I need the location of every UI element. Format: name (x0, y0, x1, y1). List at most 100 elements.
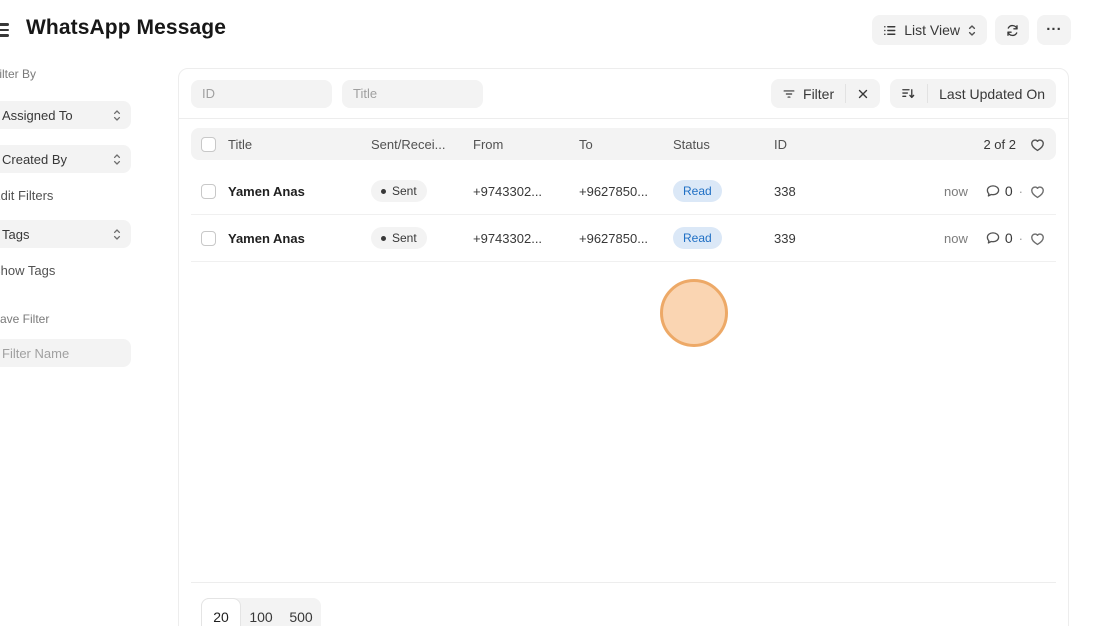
topbar: WhatsApp Message List View ... (0, 0, 1120, 60)
row-status-cell: Read (673, 227, 774, 249)
column-title: Title (228, 136, 253, 152)
view-switcher-label: List View (904, 22, 960, 38)
record-count: 2 of 2 (983, 136, 1016, 152)
list-area: Title Sent/Recei... From To Status ID 2 … (179, 128, 1068, 626)
chevron-up-down-icon (967, 24, 977, 37)
comment-count: 0 (1004, 230, 1013, 246)
hamburger-menu-icon[interactable] (0, 20, 11, 40)
row-type-cell: Sent (371, 180, 473, 202)
sort-button-group: Last Updated On (890, 79, 1056, 108)
assigned-to-dropdown[interactable]: Assigned To (0, 101, 131, 129)
column-from: From (473, 136, 504, 152)
read-status-badge: Read (673, 227, 722, 249)
show-tags-link[interactable]: Show Tags (0, 263, 131, 278)
sort-field-button[interactable]: Last Updated On (928, 79, 1056, 108)
list-footer: 20 100 500 (191, 582, 1056, 626)
row-meta: now 0 · (944, 230, 1046, 247)
created-by-dropdown[interactable]: Created By (0, 145, 131, 173)
modified-timestamp: now (944, 183, 968, 199)
table-row[interactable]: Yamen Anas Sent +9743302... +9627850... … (191, 168, 1056, 215)
row-select-cell (201, 230, 216, 246)
refresh-button[interactable] (995, 15, 1029, 45)
like-heart-icon[interactable] (1029, 230, 1046, 247)
more-menu-button[interactable]: ... (1037, 15, 1071, 45)
row-checkbox[interactable] (201, 230, 216, 246)
list-header-row: Title Sent/Recei... From To Status ID 2 … (191, 128, 1056, 160)
sort-direction-button[interactable] (890, 79, 927, 108)
chevron-up-down-icon (113, 153, 121, 165)
rows-container: Yamen Anas Sent +9743302... +9627850... … (191, 168, 1056, 262)
tags-dropdown[interactable]: Tags (0, 220, 131, 248)
column-id: ID (774, 136, 787, 152)
row-from-cell: +9743302... (473, 230, 543, 246)
comment-icon (986, 232, 1000, 244)
row-to-cell: +9627850... (579, 230, 649, 246)
page-size-selector: 20 100 500 (201, 598, 321, 626)
row-meta: now 0 · (944, 183, 1046, 200)
row-id-cell: 338 (774, 183, 796, 199)
page-size-100[interactable]: 100 (241, 598, 281, 626)
row-checkbox[interactable] (201, 183, 216, 199)
assigned-to-label: Assigned To (2, 107, 73, 123)
save-filter-label: Save Filter (0, 312, 50, 326)
column-type: Sent/Recei... (371, 136, 446, 152)
close-icon (858, 89, 868, 98)
filter-bar: Filter Last Updated On (179, 69, 1068, 119)
filter-name-input[interactable] (0, 339, 131, 367)
row-title-link[interactable]: Yamen Anas (228, 184, 371, 199)
sent-badge: Sent (371, 227, 427, 249)
row-to-cell: +9627850... (579, 183, 649, 199)
filter-actions: Filter Last Updated On (771, 79, 1056, 108)
filter-icon (783, 89, 795, 98)
chevron-up-down-icon (113, 109, 121, 121)
filter-button-group: Filter (771, 79, 881, 108)
table-row[interactable]: Yamen Anas Sent +9743302... +9627850... … (191, 215, 1056, 262)
app-window: WhatsApp Message List View ... ilter By … (0, 0, 1120, 626)
row-from-cell: +9743302... (473, 183, 543, 199)
page-title: WhatsApp Message (26, 16, 226, 39)
modified-timestamp: now (944, 230, 968, 246)
like-heart-icon[interactable] (1029, 183, 1046, 200)
column-status: Status (673, 136, 710, 152)
created-by-label: Created By (2, 151, 68, 167)
select-all-checkbox[interactable] (201, 136, 216, 152)
select-all-cell (201, 136, 216, 152)
refresh-icon (1005, 23, 1020, 38)
tags-label: Tags (2, 226, 30, 242)
topbar-actions: List View ... (872, 15, 1071, 45)
comment-count-button[interactable]: 0 (985, 183, 1013, 199)
list-view-card: Filter Last Updated On (178, 68, 1069, 626)
row-select-cell (201, 183, 216, 199)
meta-separator: · (1018, 230, 1023, 246)
row-type-cell: Sent (371, 227, 473, 249)
filter-by-label: Filter By (0, 67, 37, 81)
page-size-20[interactable]: 20 (201, 598, 241, 626)
sent-badge: Sent (371, 180, 427, 202)
status-dot-icon (381, 235, 386, 241)
row-title-link[interactable]: Yamen Anas (228, 231, 371, 246)
header-meta: 2 of 2 (983, 136, 1046, 153)
id-filter-input[interactable] (191, 79, 332, 108)
clear-filter-button[interactable] (846, 79, 880, 108)
sort-icon (902, 89, 915, 99)
row-status-cell: Read (673, 180, 774, 202)
list-view-icon (882, 23, 897, 38)
row-id-cell: 339 (774, 230, 796, 246)
status-dot-icon (381, 188, 386, 194)
title-filter-input[interactable] (342, 79, 483, 108)
filter-button[interactable]: Filter (771, 79, 845, 108)
empty-space (191, 262, 1056, 582)
view-switcher-button[interactable]: List View (872, 15, 987, 45)
page-size-500[interactable]: 500 (281, 598, 321, 626)
quick-filters (191, 79, 483, 108)
ellipsis-icon: ... (1046, 17, 1062, 34)
sort-field-label: Last Updated On (939, 85, 1045, 102)
like-filter-heart-icon[interactable] (1029, 136, 1046, 153)
comment-count-button[interactable]: 0 (985, 230, 1013, 246)
read-status-badge: Read (673, 180, 722, 202)
sidebar: Filter By Assigned To Created By Edit Fi… (0, 60, 131, 367)
column-to: To (579, 136, 593, 152)
filter-button-label: Filter (803, 85, 835, 102)
edit-filters-link[interactable]: Edit Filters (0, 188, 131, 203)
chevron-up-down-icon (113, 228, 121, 240)
